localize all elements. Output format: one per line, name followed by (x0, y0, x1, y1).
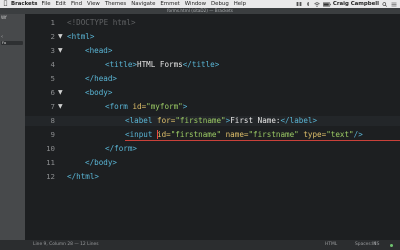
cursor-position: Line 9, Column 28 — 12 Lines (33, 242, 99, 247)
menu-edit[interactable]: Edit (56, 0, 66, 8)
attr-id: id= (157, 130, 171, 139)
code-line-2: <html> (67, 32, 94, 41)
search-icon[interactable] (382, 1, 388, 7)
line-number: 11 (46, 158, 55, 167)
code-line-9: <input id="firstname" name="firstname" t… (125, 130, 363, 139)
attr-id: id= (132, 102, 147, 111)
menu-help[interactable]: Help (234, 0, 246, 8)
tag-label-open: <label (125, 116, 158, 125)
code-line-11: </body> (85, 158, 117, 167)
tag-input: <input (125, 130, 158, 139)
tag-label-close: </label> (280, 116, 318, 125)
tag-head-open: <head> (85, 46, 113, 55)
menu-app-name[interactable]: Brackets (11, 0, 37, 8)
menu-find[interactable]: Find (71, 0, 82, 8)
linter-status-icon[interactable] (390, 244, 393, 247)
tag-body-open: <body> (85, 88, 113, 97)
attr-value: "firstname" (248, 130, 299, 139)
tag-head-close: </head> (85, 74, 118, 83)
bluetooth-icon[interactable] (305, 0, 311, 7)
sidebar-file-label: Fo (2, 41, 7, 45)
menu-themes[interactable]: Themes (105, 0, 126, 8)
text-cursor (157, 130, 158, 139)
sidebar-file-item[interactable]: Fo (1, 41, 23, 45)
code-line-6: <body> (85, 88, 112, 97)
fold-arrow-icon[interactable]: ▼ (58, 89, 63, 96)
code-line-8: <label for="firstname">First Name:</labe… (125, 116, 317, 125)
line-number: 7 (50, 102, 55, 111)
line-number: 3 (50, 46, 55, 55)
attr-type: type= (298, 130, 327, 139)
attr-name: name= (221, 130, 249, 139)
code-editor[interactable]: 1 2 3 4 5 6 7 8 9 10 11 12 ▼ ▼ ▼ ▼ <!DOC… (25, 14, 400, 240)
wifi-icon[interactable] (314, 1, 320, 7)
tag-self-close: /> (353, 130, 363, 139)
apple-icon[interactable]:  (0, 0, 11, 8)
menu-window[interactable]: Window (185, 0, 206, 8)
attr-value: "myform" (146, 102, 183, 111)
status-bar: Line 9, Column 28 — 12 Lines HTML Spaces… (0, 240, 400, 250)
user-name[interactable]: Craig Campbell (333, 0, 379, 8)
tag-html-open: <html> (67, 32, 95, 41)
fold-arrow-icon[interactable]: ▼ (58, 47, 63, 54)
line-number: 9 (50, 130, 55, 139)
collapse-arrow-icon[interactable]: ‹ (1, 34, 3, 40)
dropbox-icon[interactable] (295, 1, 302, 7)
label-text: First Name: (230, 116, 281, 125)
code-line-12: </html> (67, 172, 99, 181)
battery-icon[interactable] (322, 2, 331, 7)
menu-view[interactable]: View (87, 0, 100, 8)
code-line-3: <head> (85, 46, 112, 55)
fold-arrow-icon[interactable]: ▼ (58, 33, 63, 40)
line-number: 1 (50, 18, 55, 27)
tag-body-close: </body> (85, 158, 118, 167)
menu-navigate[interactable]: Navigate (131, 0, 155, 8)
code-line-5: </head> (85, 74, 117, 83)
menu-debug[interactable]: Debug (211, 0, 229, 8)
insert-mode[interactable]: INS (372, 240, 379, 250)
code-line-1: <!DOCTYPE html> (67, 18, 136, 27)
attr-for: for= (157, 116, 176, 125)
tag-form-close: </form> (105, 144, 138, 153)
line-number: 12 (46, 172, 55, 181)
language-mode[interactable]: HTML (325, 240, 337, 250)
error-underline (125, 140, 400, 141)
line-number: 10 (46, 144, 55, 153)
tag-title-close: </title> (182, 60, 220, 69)
tag-html-close: </html> (67, 172, 100, 181)
attr-value: "firstname" (175, 116, 226, 125)
sidebar: Wf ‹ Fo (0, 14, 25, 250)
attr-value: "firstname" (170, 130, 222, 139)
menu-bar:  Brackets File Edit Find View Themes Na… (0, 0, 400, 8)
code-line-7: <form id="myform"> (105, 102, 187, 111)
working-files-label: Wf (1, 15, 7, 20)
tag-end: > (182, 102, 188, 111)
code-line-4: <title>HTML Forms</title> (105, 60, 219, 69)
title-text: HTML Forms (137, 60, 183, 69)
tag-title-open: <title> (105, 60, 138, 69)
line-number: 6 (50, 88, 55, 97)
line-number: 2 (50, 32, 55, 41)
list-icon[interactable] (391, 2, 397, 7)
code-line-10: </form> (105, 144, 137, 153)
line-number: 4 (50, 60, 55, 69)
attr-value: "text" (326, 130, 354, 139)
menu-file[interactable]: File (41, 0, 50, 8)
fold-arrow-icon[interactable]: ▼ (58, 103, 63, 110)
line-number: 5 (50, 74, 55, 83)
line-number: 8 (50, 116, 55, 125)
menu-emmet[interactable]: Emmet (160, 0, 179, 8)
tag-form-open: <form (105, 102, 133, 111)
